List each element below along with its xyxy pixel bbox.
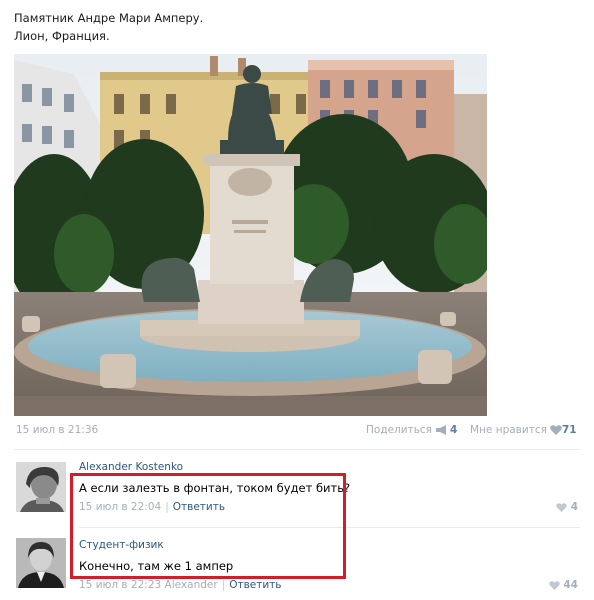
- caption-line-1: Памятник Андре Мари Амперу.: [14, 11, 204, 25]
- highlight-box: [70, 473, 346, 579]
- like-count: 71: [562, 424, 577, 436]
- post-date[interactable]: 15 июл в 21:36: [16, 424, 98, 436]
- divider: [14, 449, 580, 450]
- post-photo[interactable]: [14, 54, 487, 416]
- caption-line-2: Лион, Франция.: [14, 29, 110, 43]
- reply-button[interactable]: Ответить: [229, 579, 281, 591]
- comment-author[interactable]: Alexander Kostenko: [79, 461, 183, 473]
- avatar[interactable]: [16, 462, 66, 512]
- megaphone-icon: [436, 425, 447, 435]
- comment-like-count: 44: [563, 579, 578, 591]
- post-meta: 15 июл в 21:36 Поделиться 4 Мне нравится…: [14, 424, 580, 438]
- comment-meta: 15 июл в 22:23 Alexander | Ответить: [79, 579, 282, 591]
- avatar[interactable]: [16, 538, 66, 588]
- reply-to-link[interactable]: Alexander: [165, 579, 218, 591]
- heart-icon: [550, 425, 563, 435]
- share-label: Поделиться: [366, 424, 432, 436]
- like-button[interactable]: Мне нравится: [470, 424, 563, 436]
- comment-date[interactable]: 15 июл в 22:23: [79, 579, 161, 591]
- comment-like-count: 4: [570, 501, 578, 513]
- post-caption: Памятник Андре Мари Амперу. Лион, Франци…: [14, 9, 203, 45]
- share-button[interactable]: Поделиться: [366, 424, 449, 436]
- heart-icon: [556, 502, 567, 512]
- comment-like-button[interactable]: 4: [556, 501, 578, 513]
- like-label: Мне нравится: [470, 424, 547, 436]
- meta-divider: |: [221, 579, 226, 591]
- comment-like-button[interactable]: 44: [548, 579, 578, 591]
- heart-icon: [548, 580, 560, 590]
- share-count: 4: [450, 424, 458, 436]
